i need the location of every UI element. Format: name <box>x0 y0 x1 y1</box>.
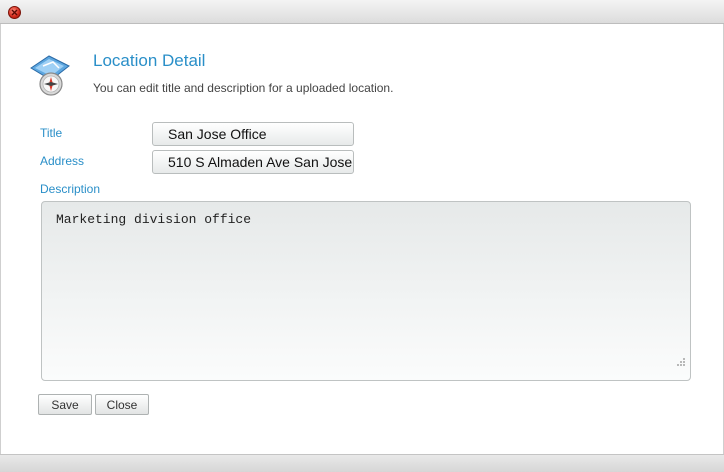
window-footer <box>0 454 724 472</box>
title-field[interactable] <box>152 122 354 146</box>
save-button[interactable]: Save <box>38 394 92 415</box>
description-label: Description <box>40 182 101 196</box>
dialog-content: Location Detail You can edit title and d… <box>0 24 724 454</box>
close-button[interactable]: Close <box>95 394 149 415</box>
close-icon[interactable] <box>8 6 21 19</box>
map-compass-icon <box>30 55 70 96</box>
resize-grip-icon[interactable] <box>676 357 686 367</box>
page-title: Location Detail <box>93 51 206 70</box>
description-field[interactable]: Marketing division office <box>41 201 691 381</box>
page-subtitle: You can edit title and description for a… <box>93 81 394 95</box>
title-label: Title <box>40 126 63 140</box>
address-label: Address <box>40 154 85 168</box>
address-field[interactable] <box>152 150 354 174</box>
window-titlebar <box>0 0 724 24</box>
